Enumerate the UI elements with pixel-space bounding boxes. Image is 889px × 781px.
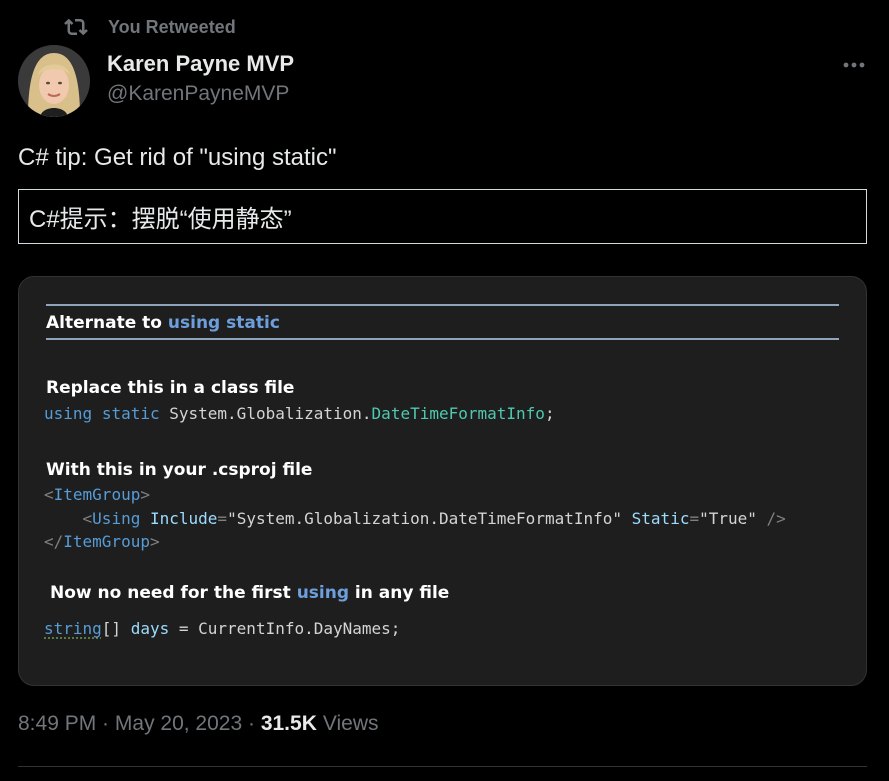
section3-heading: Now no need for the first using in any f… — [50, 583, 450, 603]
media-image[interactable]: Alternate to using static Replace this i… — [18, 276, 867, 686]
views-count: 31.5K — [260, 712, 317, 735]
author-block[interactable]: Karen Payne MVP @KarenPayneMVP — [107, 50, 294, 108]
media-title: Alternate to using static — [46, 313, 280, 333]
views-label: Views — [322, 712, 379, 735]
translation-box: C#提示：摆脱“使用静态” — [18, 189, 867, 244]
divider-bottom — [46, 338, 839, 340]
translation-text: C#提示：摆脱“使用静态” — [29, 206, 292, 233]
avatar[interactable] — [18, 45, 90, 117]
code-line-itemgroup-open: <ItemGroup> — [44, 485, 150, 504]
divider — [18, 766, 867, 767]
tweet-date[interactable]: May 20, 2023 — [115, 712, 242, 736]
retweet-label: You Retweeted — [108, 16, 236, 37]
section2-heading: With this in your .csproj file — [46, 460, 313, 480]
tweet-text: C# tip: Get rid of "using static" — [18, 144, 337, 171]
more-icon — [843, 62, 865, 68]
tweet-time[interactable]: 8:49 PM — [18, 712, 96, 736]
retweet-context: You Retweeted — [64, 14, 236, 40]
divider-top — [46, 304, 839, 306]
code-line-using-static: using static System.Globalization.DateTi… — [44, 404, 555, 423]
code-line-using-include: <Using Include="System.Globalization.Dat… — [82, 509, 786, 528]
retweet-icon — [64, 18, 88, 36]
code-line-itemgroup-close: </ItemGroup> — [44, 532, 160, 551]
more-button[interactable] — [841, 52, 867, 78]
section1-heading: Replace this in a class file — [46, 378, 295, 398]
tweet-meta: 8:49 PM · May 20, 2023 · 31.5K Views — [18, 712, 379, 736]
code-line-string-days: string[] days = CurrentInfo.DayNames; — [44, 619, 401, 638]
author-name[interactable]: Karen Payne MVP — [107, 50, 294, 78]
author-handle[interactable]: @KarenPayneMVP — [107, 80, 294, 108]
